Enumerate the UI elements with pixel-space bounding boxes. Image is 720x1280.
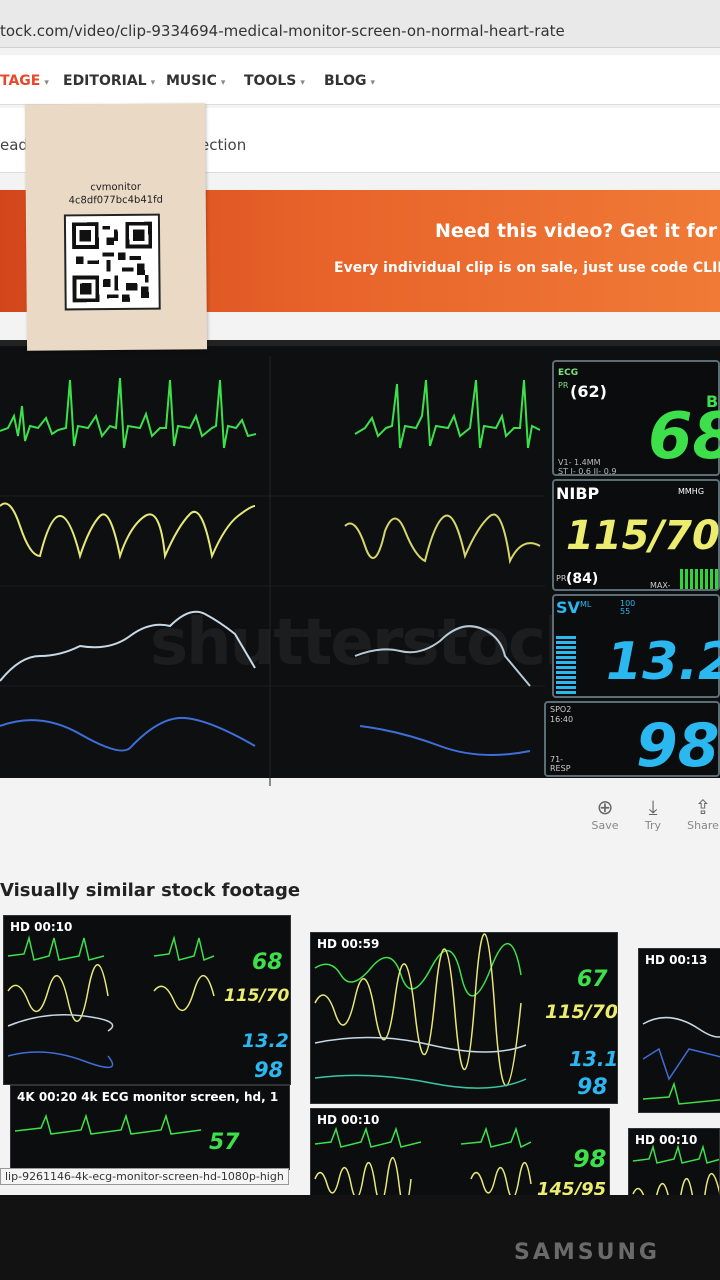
thumb-spo2: 98 xyxy=(577,1075,608,1100)
sv-label: SV xyxy=(556,598,580,617)
plus-circle-icon: ⊕ xyxy=(596,795,614,819)
spo2-value: 98 xyxy=(636,711,720,781)
blood-pressure-value: 115/70 xyxy=(566,513,720,559)
waveforms xyxy=(0,356,545,786)
thumb-bp: 115/70 xyxy=(224,986,290,1006)
st-line-2: ST I- 0.6 II- 0.9 xyxy=(558,467,617,476)
chevron-down-icon: ▾ xyxy=(150,78,156,88)
spo2-panel: SPO2 16:40 71- RESP 98 xyxy=(544,701,720,781)
nibp-pr-prefix: PR xyxy=(556,574,567,583)
thumb-hr: 67 xyxy=(577,967,608,992)
ecg-pr-prefix: PR xyxy=(558,381,569,390)
thumb-waveforms xyxy=(642,1016,720,1105)
sticker-line-2: 4c8df077bc4b41fd xyxy=(68,194,163,207)
nibp-max-label: MAX- xyxy=(650,581,671,590)
sticker-line-1: cvmonitor xyxy=(90,181,141,194)
qr-code-icon xyxy=(63,213,161,311)
similar-thumb-4[interactable]: 4K 00:20 4k ECG monitor screen, hd, 1 57 xyxy=(10,1085,290,1170)
similar-thumb-1[interactable]: HD 00:10 68 115/70 13.2 98 xyxy=(3,915,291,1085)
pressure-waveform-2 xyxy=(344,513,541,565)
nav-item-footage[interactable]: TAGE ▾ xyxy=(0,73,49,89)
share-button[interactable]: ⇪ Share xyxy=(683,795,720,832)
sv-range: 100 55 xyxy=(620,599,636,616)
thumb-hr: 68 xyxy=(252,950,283,975)
nav-item-music[interactable]: MUSIC ▾ xyxy=(166,73,225,89)
similar-thumb-5[interactable]: HD 00:10 98 145/95 xyxy=(310,1108,610,1195)
thumb-spo2: 98 xyxy=(254,1058,284,1082)
similar-thumb-3[interactable]: HD 00:13 xyxy=(638,948,720,1113)
chevron-down-icon: ▾ xyxy=(44,78,49,88)
nav-item-tools[interactable]: TOOLS ▾ xyxy=(244,73,305,89)
nibp-unit: MMHG xyxy=(678,487,705,496)
watermark: shutterstock xyxy=(150,606,587,680)
similar-thumb-2[interactable]: HD 00:59 67 115/70 13.1 98 xyxy=(310,932,618,1104)
link-status-tooltip: lip-9261146-4k-ecg-monitor-screen-hd-108… xyxy=(0,1168,289,1185)
url-text[interactable]: tock.com/video/clip-9334694-medical-moni… xyxy=(0,22,565,40)
chevron-down-icon: ▾ xyxy=(370,78,376,88)
sv-value: 13.2 xyxy=(606,632,720,692)
sv-bar-graph xyxy=(556,636,576,696)
sv-unit: ML xyxy=(580,600,592,609)
spo2-waveform xyxy=(0,716,256,752)
monitor-brand-logo: SAMSUNG xyxy=(514,1240,660,1265)
ecg-pr-value: (62) xyxy=(570,382,607,401)
promo-headline: Need this video? Get it for 25 xyxy=(435,220,720,242)
resp-label: 71- RESP xyxy=(550,755,571,773)
nav-item-blog[interactable]: BLOG ▾ xyxy=(324,73,375,89)
promo-subline: Every individual clip is on sale, just u… xyxy=(334,260,720,276)
video-player[interactable]: shutterstock ECG PR (62) B 68 V1- 1.4MM … xyxy=(0,340,720,786)
video-actions: ⊕ Save ⤓ Try ⇪ Share xyxy=(585,795,720,845)
chevron-down-icon: ▾ xyxy=(300,78,305,88)
download-icon: ⤓ xyxy=(648,795,658,819)
thumb-sv: 13.2 xyxy=(242,1030,289,1052)
nav-item-editorial[interactable]: EDITORIAL ▾ xyxy=(63,73,155,89)
monitor-bezel xyxy=(0,1195,720,1280)
nibp-panel: NIBP MMHG 115/70 PR (84) MAX- xyxy=(552,479,720,591)
thumb-bp: 145/95 xyxy=(537,1179,607,1195)
ecg-label: ECG xyxy=(558,368,579,378)
spo2-waveform-2 xyxy=(359,725,531,756)
heart-rate-value: 68 xyxy=(648,400,720,474)
try-button[interactable]: ⤓ Try xyxy=(633,795,673,832)
spo2-time: 16:40 xyxy=(550,715,574,724)
spo2-label: SPO2 xyxy=(550,705,572,714)
nibp-pr-value: (84) xyxy=(566,571,599,587)
thumb-waveforms xyxy=(14,1113,202,1135)
ecg-waveform xyxy=(0,377,257,449)
st-line-1: V1- 1.4MM xyxy=(558,458,601,467)
save-button[interactable]: ⊕ Save xyxy=(585,795,625,832)
site-nav: TAGE ▾ EDITORIAL ▾ MUSIC ▾ TOOLS ▾ BLOG ▾ xyxy=(0,55,720,105)
qr-sticker: cvmonitor 4c8df077bc4b41fd xyxy=(24,103,208,351)
thumb-bp: 115/70 xyxy=(545,1001,618,1023)
thumb-hr: 57 xyxy=(209,1130,240,1155)
sv-panel: SV ML 100 55 13.2 xyxy=(552,594,720,698)
subbar-right-text[interactable]: ection xyxy=(200,136,246,154)
thumb-hr: 98 xyxy=(573,1145,607,1173)
similar-section-title: Visually similar stock footage xyxy=(0,880,301,901)
address-bar[interactable]: tock.com/video/clip-9334694-medical-moni… xyxy=(0,0,720,48)
similar-thumb-6[interactable]: HD 00:10 xyxy=(628,1128,720,1195)
chevron-down-icon: ▾ xyxy=(220,78,226,88)
nibp-label: NIBP xyxy=(556,484,600,503)
share-icon: ⇪ xyxy=(694,795,712,819)
pressure-waveform xyxy=(0,502,256,560)
ecg-waveform-2 xyxy=(354,379,541,449)
thumb-waveforms xyxy=(632,1144,719,1195)
ecg-panel: ECG PR (62) B 68 V1- 1.4MM ST I- 0.6 II-… xyxy=(552,360,720,476)
nibp-bar-graph xyxy=(680,569,718,589)
thumb-sv: 13.1 xyxy=(569,1047,618,1071)
